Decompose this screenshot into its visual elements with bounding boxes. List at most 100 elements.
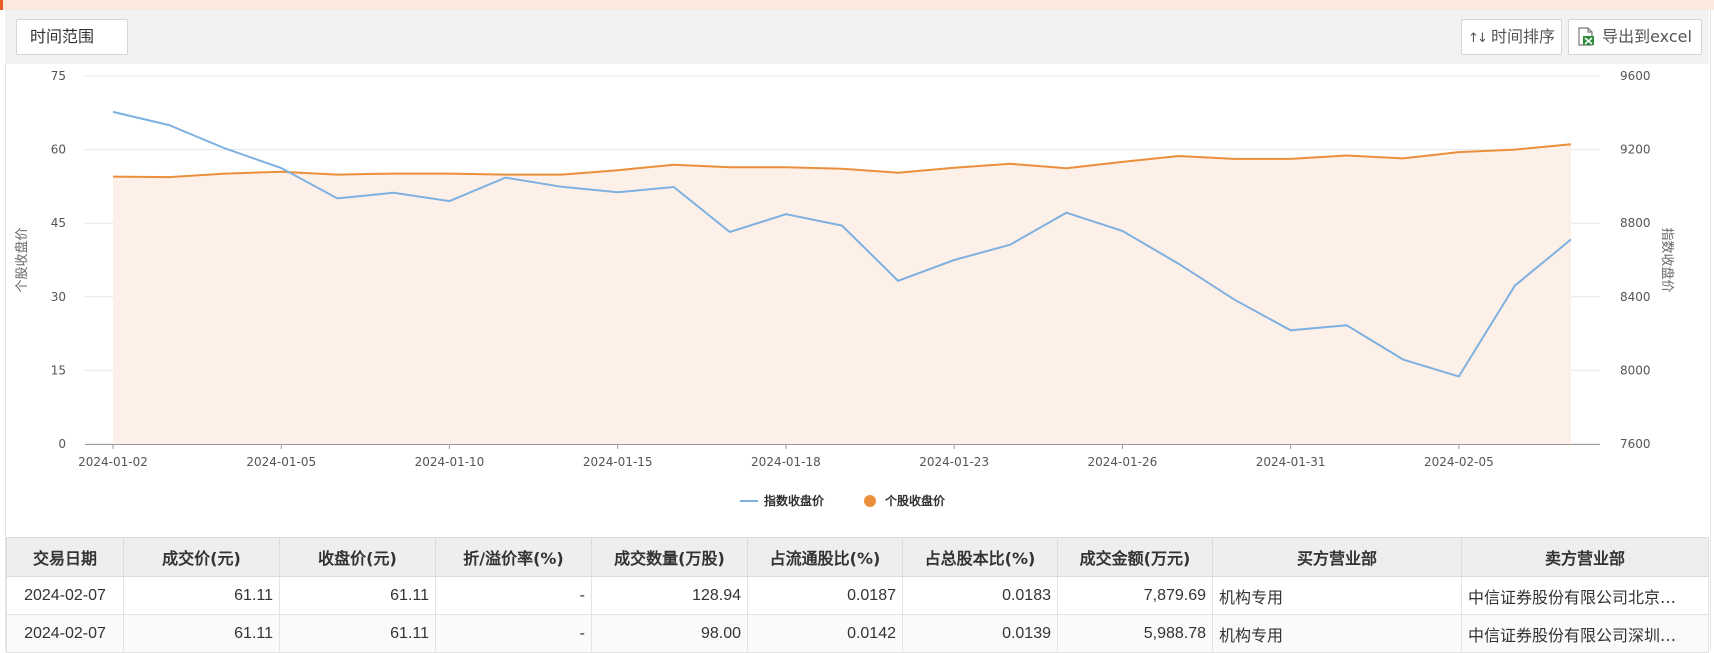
stock-data-point bbox=[167, 175, 171, 179]
section-header-strip bbox=[0, 0, 1714, 10]
price-chart: 0 7600 15 8000 30 8400 45 8800 60 9200 75 9600 2024-… bbox=[14, 69, 1675, 508]
column-header[interactable]: 成交金额(万元) bbox=[1057, 537, 1213, 577]
table-body: 2024-02-07 61.11 61.11-128.94 0.0187 0.0183 7… bbox=[6, 576, 1709, 653]
stock-data-point bbox=[1513, 148, 1517, 152]
x-tick-label: 2024-01-18 bbox=[751, 455, 821, 469]
index-data-point bbox=[391, 191, 395, 195]
table-cell: 2024-02-07 bbox=[6, 614, 124, 653]
stock-data-point bbox=[1401, 156, 1405, 160]
index-data-point bbox=[952, 258, 956, 262]
stock-data-point bbox=[1345, 154, 1349, 158]
right-tick-label: 8800 bbox=[1620, 216, 1651, 230]
index-data-point bbox=[1008, 243, 1012, 247]
x-tick-label: 2024-01-23 bbox=[919, 455, 989, 469]
left-tick-label: 0 bbox=[58, 437, 66, 451]
time-range-button[interactable]: 时间范围 bbox=[16, 19, 128, 55]
x-tick-label: 2024-01-05 bbox=[246, 455, 316, 469]
column-header[interactable]: 成交价(元) bbox=[123, 537, 280, 577]
stock-data-point bbox=[840, 167, 844, 171]
left-tick-label: 15 bbox=[51, 363, 66, 377]
export-excel-button[interactable]: 导出到excel bbox=[1568, 19, 1702, 55]
x-tick-label: 2024-01-15 bbox=[583, 455, 653, 469]
column-header[interactable]: 成交数量(万股) bbox=[591, 537, 748, 577]
table-cell: 61.11 bbox=[123, 576, 280, 615]
stock-data-point bbox=[1064, 166, 1068, 170]
index-data-point bbox=[448, 199, 452, 203]
index-data-point bbox=[1177, 262, 1181, 266]
table-cell: 中信证券股份有限公司北京… bbox=[1461, 576, 1709, 615]
left-tick-label: 60 bbox=[51, 143, 66, 157]
index-data-point bbox=[1513, 284, 1517, 288]
index-data-point bbox=[1345, 323, 1349, 327]
index-data-point bbox=[1120, 229, 1124, 233]
table-cell: 61.11 bbox=[279, 614, 436, 653]
excel-icon bbox=[1578, 27, 1594, 46]
index-data-point bbox=[616, 190, 620, 194]
column-header[interactable]: 折/溢价率(%) bbox=[435, 537, 592, 577]
column-header[interactable]: 买方营业部 bbox=[1212, 537, 1462, 577]
index-data-point bbox=[279, 166, 283, 170]
index-data-point bbox=[1233, 298, 1237, 302]
column-header[interactable]: 收盘价(元) bbox=[279, 537, 436, 577]
legend-index-label: 指数收盘价 bbox=[764, 493, 825, 508]
table-cell: 61.11 bbox=[279, 576, 436, 615]
time-range-label: 时间范围 bbox=[30, 27, 95, 46]
stock-data-point bbox=[223, 172, 227, 176]
index-data-point bbox=[1401, 357, 1405, 361]
block-trade-table: 交易日期 成交价(元) 收盘价(元) 折/溢价率(%) 成交数量(万股) 占流通股比(%)… bbox=[6, 537, 1709, 653]
table-cell: 机构专用 bbox=[1212, 614, 1462, 653]
stock-data-point bbox=[896, 171, 900, 175]
legend-stock-label: 个股收盘价 bbox=[884, 493, 946, 508]
section-accent-mark bbox=[0, 0, 3, 10]
table-cell: - bbox=[435, 576, 592, 615]
table-cell: 2024-02-07 bbox=[6, 576, 124, 615]
stock-data-point bbox=[1008, 162, 1012, 166]
index-data-point bbox=[1457, 375, 1461, 379]
index-data-point bbox=[784, 212, 788, 216]
column-header[interactable]: 占流通股比(%) bbox=[747, 537, 903, 577]
stock-data-point bbox=[448, 172, 452, 176]
right-tick-label: 8400 bbox=[1620, 290, 1651, 304]
table-cell: 中信证券股份有限公司深圳… bbox=[1461, 614, 1709, 653]
table-header-row: 交易日期 成交价(元) 收盘价(元) 折/溢价率(%) 成交数量(万股) 占流通股比(%)… bbox=[6, 537, 1709, 577]
index-data-point bbox=[672, 185, 676, 189]
stock-data-point bbox=[1569, 142, 1573, 146]
stock-data-point bbox=[1457, 150, 1461, 154]
x-tick-label: 2024-01-10 bbox=[415, 455, 485, 469]
x-tick-label: 2024-01-31 bbox=[1256, 455, 1326, 469]
stock-data-point bbox=[784, 165, 788, 169]
time-sort-button[interactable]: ↑↓ 时间排序 bbox=[1461, 19, 1562, 55]
index-data-point bbox=[1064, 211, 1068, 215]
stock-price-area bbox=[113, 144, 1571, 444]
table-row: 2024-02-07 61.11 61.11-98.00 0.0142 0.0139 5,… bbox=[6, 614, 1709, 653]
legend-stock-swatch bbox=[864, 495, 876, 507]
right-tick-label: 9200 bbox=[1620, 143, 1651, 157]
column-header[interactable]: 占总股本比(%) bbox=[902, 537, 1058, 577]
left-tick-label: 75 bbox=[51, 69, 66, 83]
stock-data-point bbox=[111, 175, 115, 179]
stock-data-point bbox=[1120, 160, 1124, 164]
x-tick-label: 2024-01-26 bbox=[1088, 455, 1158, 469]
index-data-point bbox=[896, 279, 900, 283]
column-header[interactable]: 卖方营业部 bbox=[1461, 537, 1709, 577]
table-cell: - bbox=[435, 614, 592, 653]
index-data-point bbox=[728, 230, 732, 234]
table-cell: 61.11 bbox=[123, 614, 280, 653]
index-data-point bbox=[504, 176, 508, 180]
stock-data-point bbox=[335, 173, 339, 177]
right-axis-title: 指数收盘价 bbox=[1659, 227, 1675, 292]
stock-data-point bbox=[952, 166, 956, 170]
index-data-point bbox=[167, 123, 171, 127]
table-cell: 0.0139 bbox=[902, 614, 1058, 653]
toolbar: 时间范围 ↑↓ 时间排序 导出到excel bbox=[5, 10, 1709, 64]
index-data-point bbox=[1289, 328, 1293, 332]
stock-data-point bbox=[560, 173, 564, 177]
x-tick-label: 2024-01-02 bbox=[78, 455, 148, 469]
index-data-point bbox=[111, 110, 115, 114]
left-axis-title: 个股收盘价 bbox=[14, 227, 30, 292]
table-cell: 0.0142 bbox=[747, 614, 903, 653]
table-cell: 0.0187 bbox=[747, 576, 903, 615]
column-header[interactable]: 交易日期 bbox=[6, 537, 124, 577]
stock-data-point bbox=[1289, 157, 1293, 161]
stock-data-point bbox=[1177, 154, 1181, 158]
